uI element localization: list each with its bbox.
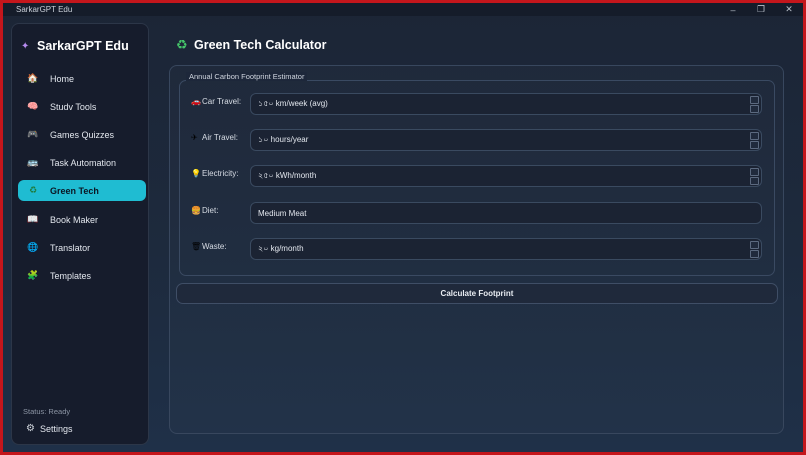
spin-down-button[interactable] <box>750 250 759 258</box>
bus-icon: 🚌 <box>27 157 39 167</box>
electricity-input[interactable]: ২৫০ kWh/month <box>250 165 762 187</box>
sidebar-item-games-quizzes[interactable]: 🎮 Games Quizzes <box>18 124 146 145</box>
sidebar-item-label: Green Tech <box>50 185 99 196</box>
sidebar-item-task-automation[interactable]: 🚌 Task Automation <box>18 152 146 173</box>
electricity-spinner[interactable] <box>750 168 759 185</box>
diet-label: 🍔 Diet: <box>191 206 218 215</box>
recycle-icon: ♻ <box>176 37 188 52</box>
car-travel-spinner[interactable] <box>750 96 759 113</box>
sidebar-item-translator[interactable]: 🌐 Translator <box>18 237 146 258</box>
gamepad-icon: 🎮 <box>27 129 39 139</box>
air-travel-label-text: Air Travel: <box>202 133 239 142</box>
trash-icon: 🗑 <box>191 242 202 251</box>
sidebar-item-home[interactable]: 🏠 Home <box>18 68 146 89</box>
home-icon: 🏠 <box>27 73 39 83</box>
recycle-icon: ♻ <box>28 185 38 195</box>
waste-value: ২০ kg/month <box>258 243 304 253</box>
app-window: SarkarGPT Edu – ❐ ✕ ✦ SarkarGPT Edu 🏠 Ho… <box>3 3 803 452</box>
sidebar-item-label: Translator <box>50 242 91 253</box>
car-travel-input[interactable]: ১৫০ km/week (avg) <box>250 93 762 115</box>
estimator-group-legend: Annual Carbon Footprint Estimator <box>186 72 308 81</box>
calculate-footprint-button[interactable]: Calculate Footprint <box>176 283 778 304</box>
book-icon: 📖 <box>27 214 39 224</box>
spin-down-button[interactable] <box>750 105 759 113</box>
burger-icon: 🍔 <box>191 206 201 215</box>
lightbulb-icon: 💡 <box>191 169 201 178</box>
waste-input[interactable]: ২০ kg/month <box>250 238 762 260</box>
car-travel-label-text: Car Travel: <box>202 97 242 106</box>
page-title-text: Green Tech Calculator <box>194 38 327 52</box>
sidebar-item-label: Task Automation <box>50 157 117 168</box>
close-button[interactable]: ✕ <box>775 3 803 16</box>
waste-label-text: Waste: <box>202 242 227 251</box>
spin-up-button[interactable] <box>750 132 759 140</box>
electricity-label: 💡 Electricity: <box>191 169 238 178</box>
brand: ✦ SarkarGPT Edu <box>21 39 129 53</box>
sidebar-item-label: Book Maker <box>50 214 99 225</box>
air-travel-input[interactable]: ১০ hours/year <box>250 129 762 151</box>
waste-spinner[interactable] <box>750 241 759 258</box>
sidebar-item-study-tools[interactable]: 🧠 Studv Tools <box>18 96 146 117</box>
puzzle-icon: 🧩 <box>27 270 39 280</box>
title-bar: SarkarGPT Edu – ❐ ✕ <box>3 3 803 16</box>
sidebar-item-book-maker[interactable]: 📖 Book Maker <box>18 209 146 230</box>
spin-up-button[interactable] <box>750 241 759 249</box>
diet-label-text: Diet: <box>202 206 219 215</box>
brand-name: SarkarGPT Edu <box>37 39 129 53</box>
status-text: Status: Ready <box>23 407 71 416</box>
settings-button[interactable]: ⚙ Settings <box>26 423 73 434</box>
air-travel-label: ✈ Air Travel: <box>191 133 238 142</box>
sidebar-item-label: Home <box>50 73 75 84</box>
maximize-button[interactable]: ❐ <box>747 3 775 16</box>
sidebar: ✦ SarkarGPT Edu 🏠 Home 🧠 Studv Tools 🎮 G… <box>11 23 149 445</box>
globe-icon: 🌐 <box>27 242 39 252</box>
sidebar-item-label: Games Quizzes <box>50 129 115 140</box>
sidebar-item-green-tech[interactable]: ♻ Green Tech <box>18 180 146 201</box>
car-icon: 🚗 <box>191 97 201 106</box>
car-travel-label: 🚗 Car Travel: <box>191 97 241 106</box>
sidebar-item-label: Studv Tools <box>50 101 97 112</box>
spin-down-button[interactable] <box>750 177 759 185</box>
electricity-label-text: Electricity: <box>202 169 239 178</box>
window-title: SarkarGPT Edu <box>16 5 73 14</box>
diet-select[interactable]: Medium Meat <box>250 202 762 224</box>
air-travel-spinner[interactable] <box>750 132 759 149</box>
spin-up-button[interactable] <box>750 96 759 104</box>
spin-up-button[interactable] <box>750 168 759 176</box>
minimize-button[interactable]: – <box>719 3 747 16</box>
airplane-icon: ✈ <box>191 133 198 142</box>
sidebar-item-templates[interactable]: 🧩 Templates <box>18 265 146 286</box>
electricity-value: ২৫০ kWh/month <box>258 170 317 180</box>
waste-label: 🗑 Waste: <box>191 242 227 251</box>
gear-icon: ⚙ <box>26 423 35 434</box>
settings-label: Settings <box>40 423 73 434</box>
car-travel-value: ১৫০ km/week (avg) <box>258 98 328 108</box>
brand-logo-icon: ✦ <box>21 40 30 52</box>
window-controls: – ❐ ✕ <box>719 3 803 16</box>
air-travel-value: ১০ hours/year <box>258 134 309 144</box>
spin-down-button[interactable] <box>750 141 759 149</box>
page-title: ♻ Green Tech Calculator <box>176 37 326 53</box>
diet-value: Medium Meat <box>258 208 307 218</box>
brain-icon: 🧠 <box>27 101 39 111</box>
sidebar-item-label: Templates <box>50 270 92 281</box>
